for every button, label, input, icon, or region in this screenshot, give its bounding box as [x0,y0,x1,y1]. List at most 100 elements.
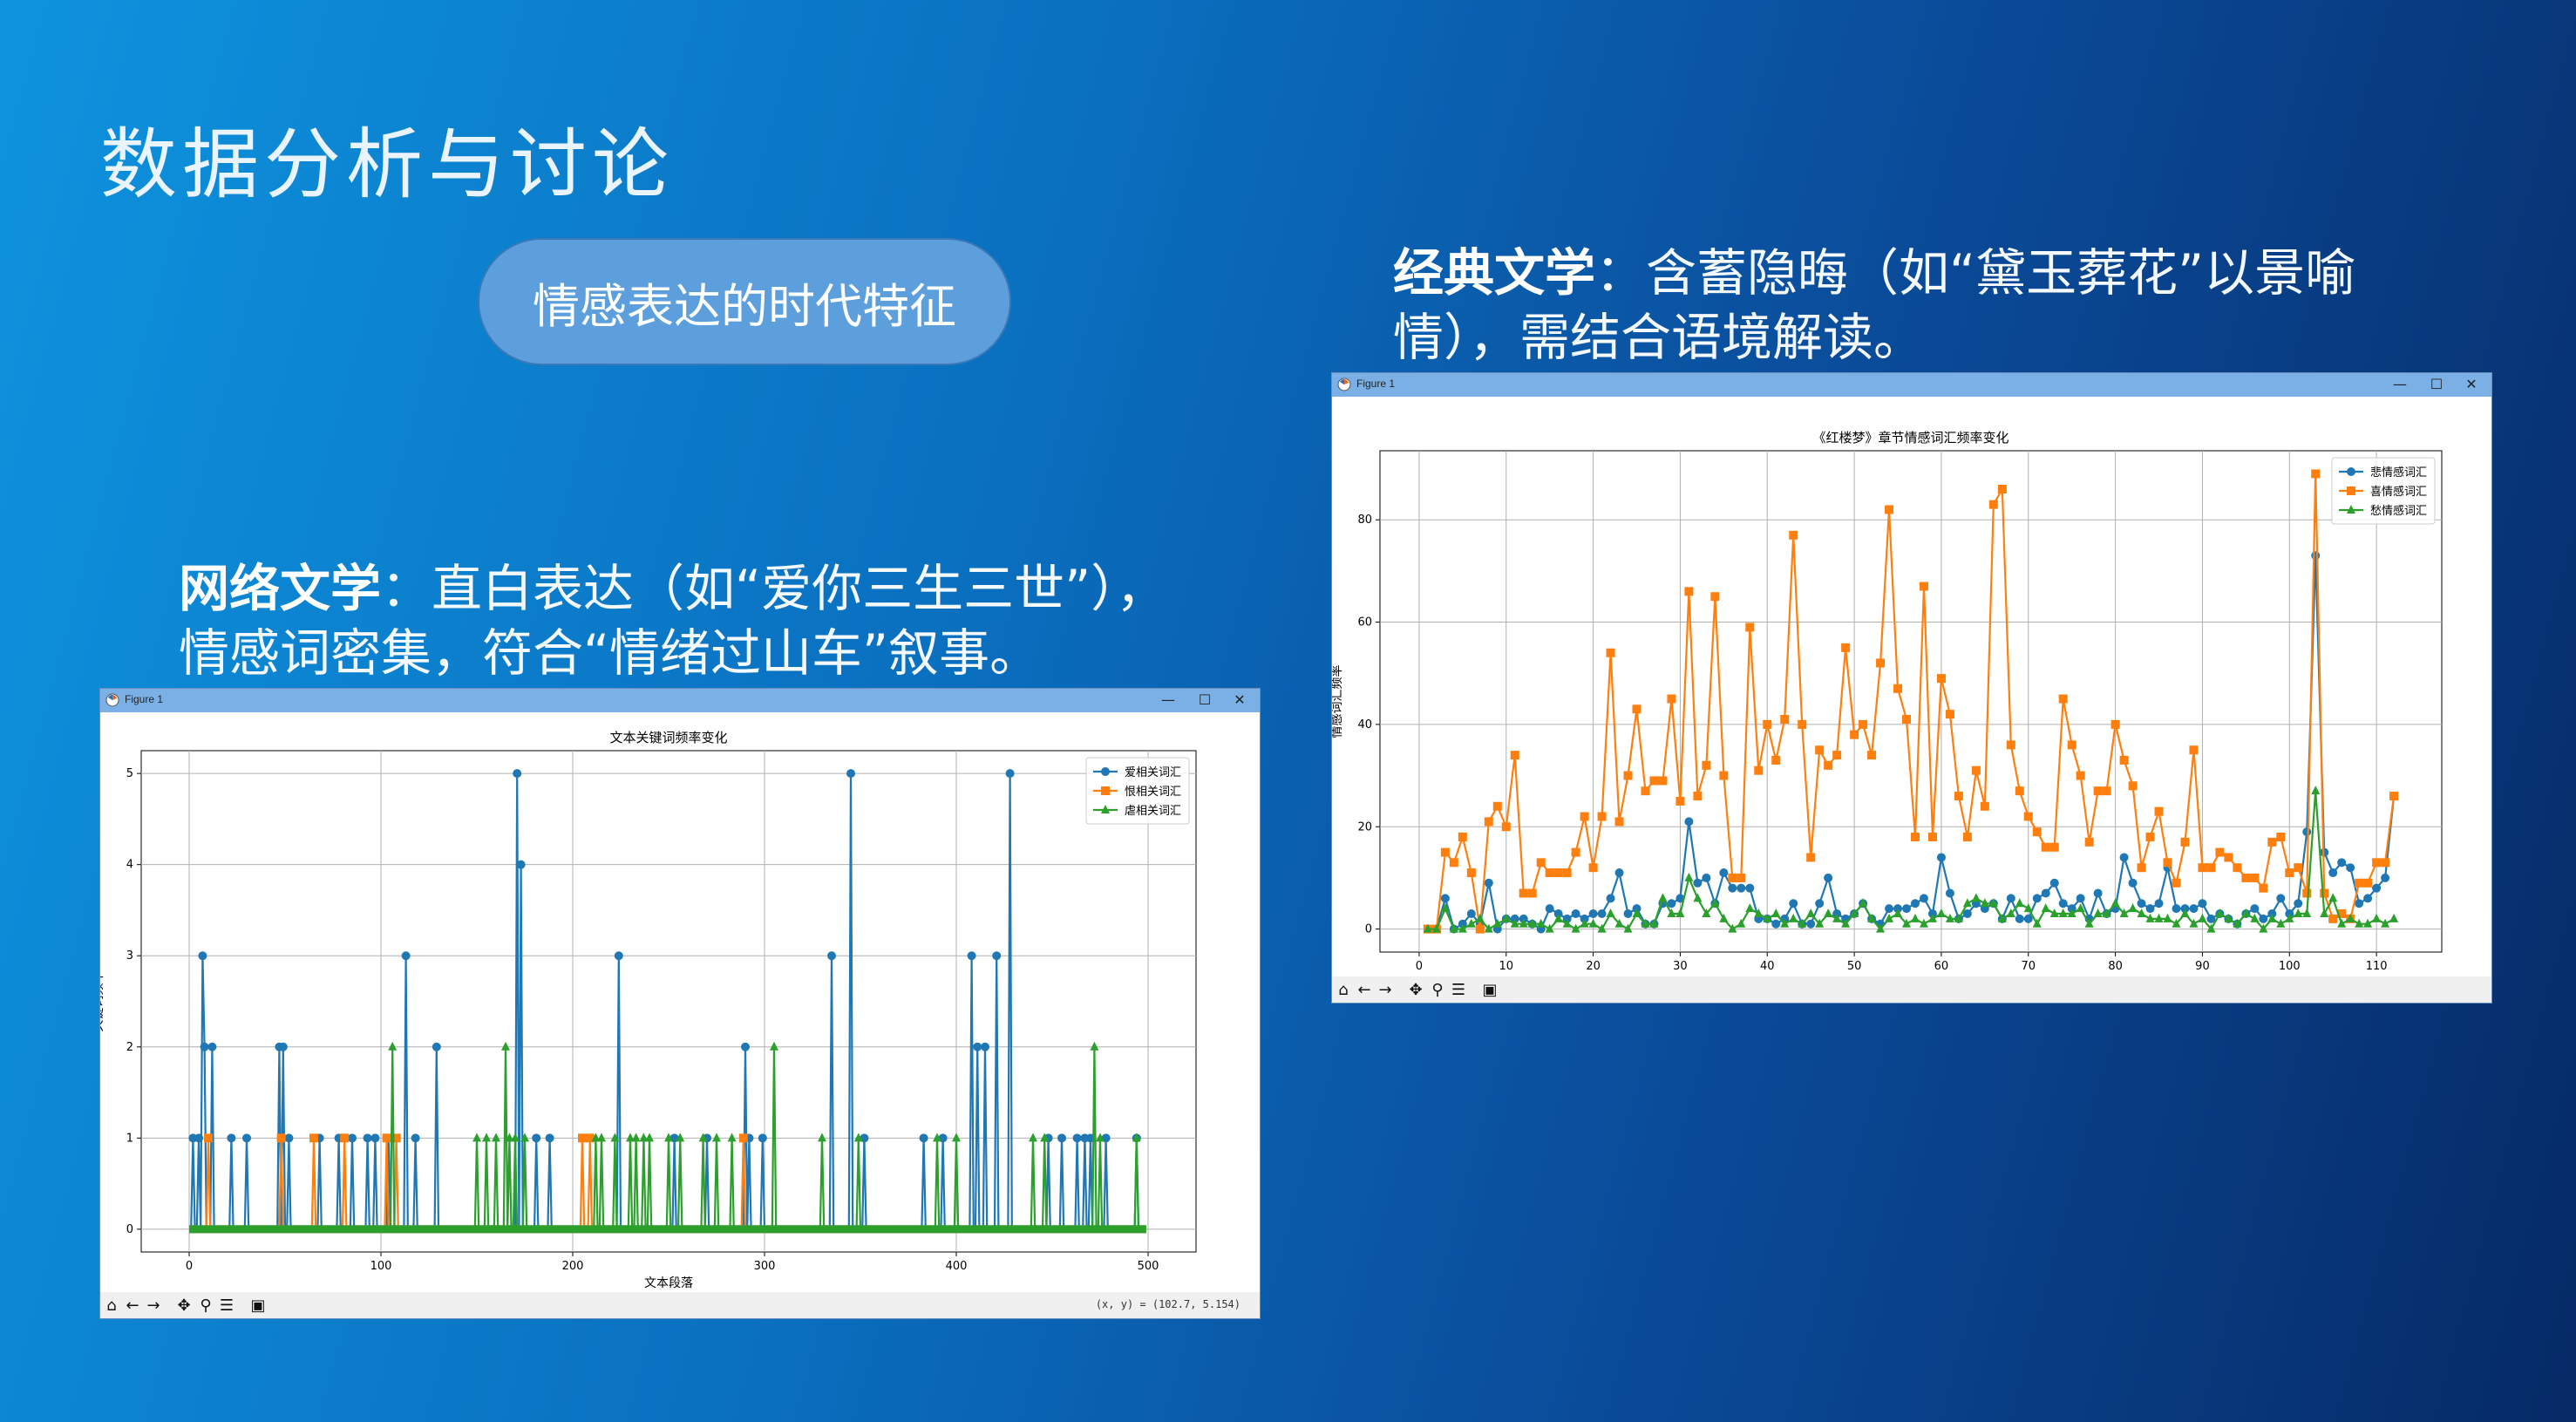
data-point [2006,894,2015,903]
y-tick-label: 20 [1357,820,1372,833]
classic-literature-heading: 经典文学 [1393,243,1596,303]
data-point [1927,832,1937,841]
data-point [2259,914,2268,923]
data-point [1859,719,1868,729]
data-point [1936,674,1946,684]
data-point [1571,908,1580,918]
keyword-frequency-chart[interactable]: 0 100 200 300 400 500 0 1 2 3 4 5 文本关键词频率变化文本段落 关键词频率… [100,712,1260,1290]
legend-label: 喜情感词汇 [2370,485,2427,499]
maximize-button[interactable]: ☐ [1190,691,1220,710]
data-point [2041,842,2050,852]
chart-title: 《红楼梦》章节情感词汇频率变化 [1812,430,2008,446]
data-point [2276,832,2286,841]
data-point [2381,858,2390,867]
cursor-coordinates: (x, y) = (102.7, 5.154) [1095,1298,1240,1310]
back-icon[interactable]: ← [123,1296,142,1316]
pan-icon[interactable]: ✥ [1406,981,1425,1000]
data-point [738,1133,748,1143]
data-point [1440,894,1450,903]
minimize-button[interactable]: — [1153,691,1183,710]
x-tick-label: 0 [186,1260,193,1273]
data-point [2058,899,2068,908]
data-point [2163,858,2172,867]
honglou-emotion-chart[interactable]: 0 10 20 30 40 50 60 70 80 90 100 110 0 20 40 60 80 《红楼梦》章… [1332,397,2491,975]
y-tick-label: 0 [1365,923,1372,936]
data-point [1466,908,1476,918]
data-point [1885,505,1894,514]
plot-area [1379,450,2443,953]
data-point [1684,587,1694,596]
data-point [2137,863,2146,873]
x-tick-label: 30 [1673,960,1688,973]
data-point [2372,858,2382,867]
back-icon[interactable]: ← [1355,981,1374,1000]
data-point [1667,694,1676,704]
data-point [1893,684,1903,693]
configure-icon[interactable]: ☰ [217,1296,236,1316]
data-point [1737,883,1746,893]
data-point [1005,769,1015,779]
data-point [1988,500,1998,509]
minimize-button[interactable]: — [2385,375,2415,394]
save-icon[interactable]: ▣ [248,1296,268,1316]
save-icon[interactable]: ▣ [1480,981,1499,1000]
data-point [1850,730,1859,739]
data-point [1545,904,1554,914]
legend-label: 恨相关词汇 [1125,786,1181,799]
data-point [1789,899,1798,908]
zoom-icon[interactable]: ⚲ [1428,981,1447,1000]
data-point [2049,878,2059,888]
pan-icon[interactable]: ✥ [174,1296,194,1316]
data-point [827,951,836,961]
data-point [1693,792,1703,801]
data-point [2302,888,2312,898]
data-point [1902,715,1912,725]
data-point [1614,868,1624,878]
x-tick-label: 70 [2022,960,2036,973]
data-point [1867,751,1877,760]
x-tick-label: 500 [1138,1260,1159,1273]
data-point [1728,873,1737,882]
data-point [758,1133,767,1143]
data-point [1580,812,1589,821]
data-point [1824,873,1833,882]
figure-window-left: Figure 1 — ☐ ✕ 0 100 200 300 400 500 0 1 2 3 4 5 文本关… [100,689,1260,1318]
data-point [1824,760,1833,770]
close-button[interactable]: ✕ [2457,375,2486,394]
data-point [1954,792,1963,801]
data-point [2110,719,2120,729]
window-titlebar[interactable]: Figure 1 — ☐ ✕ [1332,373,2491,397]
home-icon[interactable]: ⌂ [102,1296,121,1316]
data-point [1728,883,1737,893]
data-point [1588,863,1598,873]
zoom-icon[interactable]: ⚲ [196,1296,215,1316]
data-point [401,951,411,961]
data-point [1971,765,1981,775]
data-point [2172,878,2181,888]
home-icon[interactable]: ⌂ [1334,981,1353,1000]
data-point [1885,904,1894,914]
data-point [194,1133,203,1143]
data-point [1815,745,1825,755]
data-point [1832,751,1842,760]
forward-icon[interactable]: → [144,1296,163,1316]
data-point [981,1042,989,1051]
data-point [2145,832,2155,841]
close-button[interactable]: ✕ [1225,691,1254,710]
data-point [278,1042,288,1051]
y-tick-label: 3 [126,949,133,963]
window-titlebar[interactable]: Figure 1 — ☐ ✕ [100,689,1260,712]
data-point [2041,888,2050,898]
configure-icon[interactable]: ☰ [1449,981,1468,1000]
data-point [2049,842,2059,852]
x-tick-label: 100 [370,1260,392,1273]
data-point [2363,894,2373,903]
y-tick-label: 80 [1357,514,1372,527]
data-point [1597,908,1607,918]
forward-icon[interactable]: → [1376,981,1395,1000]
data-point [2189,904,2199,914]
data-point [348,1133,357,1143]
matplotlib-logo-icon [1337,378,1351,391]
data-point [1945,888,1954,898]
maximize-button[interactable]: ☐ [2422,375,2451,394]
